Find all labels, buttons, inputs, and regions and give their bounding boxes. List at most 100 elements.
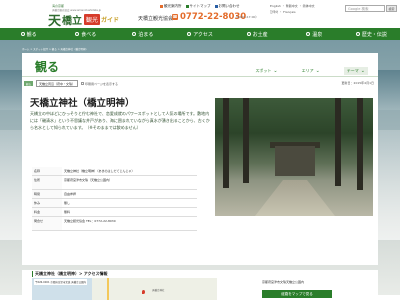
tree-trunk	[243, 98, 249, 183]
info-value: 自由参拝	[64, 192, 77, 196]
content-panel: 観る スポット ⌄ エリア ⌄ テーマ ⌄ 観る 天橋立周辺（府中・文珠） 印刷用ペー…	[22, 53, 378, 265]
area-tag[interactable]: 天橋立周辺（府中・文珠）	[36, 80, 79, 87]
nav-label: 泊まる	[138, 31, 154, 38]
logo-kanji-1: 天	[48, 14, 62, 29]
site-header: 海の京都 天橋立観光協会 www.amanohashidate.jp 天 橋立 …	[0, 0, 400, 29]
bus-icon	[187, 32, 192, 36]
phone-icon: ☎	[172, 14, 178, 20]
table-row: 料金 無料	[32, 208, 197, 217]
update-date: 更新日：2015年4月1日	[341, 81, 374, 85]
map-pin-icon[interactable]	[142, 290, 145, 294]
info-value: 天橋立神社（橋立明神）（あまのはしだてじんじゃ）	[64, 169, 135, 173]
route-address: 京都府宮津市文珠天橋立公園内	[262, 280, 305, 284]
nav-label: アクセス	[193, 31, 213, 38]
top-link-contact[interactable]: お問い合わせ	[214, 4, 240, 9]
info-key: 時間	[32, 190, 62, 198]
info-key: 料金	[32, 208, 62, 216]
spot-title: 天橋立神社（橋立明神）	[30, 98, 135, 109]
spot-description: 天橋立の中ほどにひっそりと佇む神社で、恋愛成就のパワースポットとして人気の場所で…	[30, 111, 210, 130]
nav-label: お土産	[252, 31, 268, 38]
info-table: 名称 天橋立神社（橋立明神）（あまのはしだてじんじゃ） 住所 京都府宮津市文珠（天橋…	[32, 167, 197, 231]
spot-photo	[215, 98, 373, 216]
breadcrumb[interactable]: ホーム > スポット紹介 > 観る > 天橋立神社（橋立明神）	[22, 47, 88, 51]
section-title: 観る	[35, 60, 60, 74]
language-links[interactable]: English ・ 繁體中文 ・ 简体中文	[270, 4, 315, 8]
map-road	[107, 278, 109, 300]
print-icon	[81, 82, 85, 85]
tab-theme[interactable]: テーマ ⌄	[343, 67, 368, 75]
top-link-sitemap[interactable]: サイトマップ	[185, 4, 211, 9]
table-row: 名称 天橋立神社（橋立明神）（あまのはしだてじんじゃ）	[32, 167, 197, 176]
shrine-building	[275, 146, 315, 176]
tab-label: エリア	[301, 68, 314, 73]
top-link-info-center[interactable]: 観光案内所	[160, 4, 182, 9]
nav-item-see[interactable]: 観る	[0, 28, 57, 40]
table-row: 休み 無し	[32, 199, 197, 208]
info-value: 無し	[64, 201, 71, 205]
onsen-icon	[306, 32, 311, 36]
shrine-path	[255, 180, 335, 216]
top-link-label: サイトマップ	[189, 4, 211, 8]
chevron-down-icon: ⌄	[315, 68, 320, 74]
search-input[interactable]: Google 検索	[345, 5, 385, 12]
nav-label: 歴史・伝説	[361, 31, 387, 38]
info-key: 問合せ	[32, 217, 62, 230]
section-header: 観る スポット ⌄ エリア ⌄ テーマ ⌄	[22, 53, 378, 77]
info-value: 京都府宮津市文珠（天橋立公園内）	[64, 178, 113, 182]
tag-row: 観る 天橋立周辺（府中・文珠） 印刷用ページを表示する	[24, 80, 118, 87]
association-name: 天橋立観光協会	[138, 16, 174, 22]
category-tag[interactable]: 観る	[24, 81, 34, 86]
nav-label: 温泉	[312, 31, 323, 38]
language-links-2[interactable]: 한국어 ・ Français	[270, 10, 296, 14]
square-icon	[160, 5, 163, 8]
tab-spot[interactable]: スポット ⌄	[255, 67, 277, 75]
table-row: 問合せ 天橋立観光協会 TEL：0772-22-8030	[32, 217, 197, 231]
top-link-label: お問い合わせ	[218, 4, 240, 8]
nav-item-access[interactable]: アクセス	[171, 28, 228, 40]
section-tabs: スポット ⌄ エリア ⌄ テーマ ⌄	[255, 67, 368, 75]
nav-item-souvenir[interactable]: お土産	[229, 28, 286, 40]
tree-trunk	[223, 98, 229, 188]
access-title: 天橋立神社（橋立明神）> アクセス情報	[32, 271, 108, 277]
route-button[interactable]: 経路をマップで見る	[262, 290, 332, 298]
bed-icon	[132, 32, 137, 36]
table-row: 住所 京都府宮津市文珠（天橋立公園内）	[32, 176, 197, 190]
top-link-label: 観光案内所	[164, 4, 182, 8]
site-logo[interactable]: 天 橋立 観光 ガイド	[48, 10, 119, 29]
print-link[interactable]: 印刷用ページを表示する	[81, 82, 118, 86]
nav-label: 食べる	[81, 31, 97, 38]
nav-item-eat[interactable]: 食べる	[57, 28, 114, 40]
logo-badge: 観光	[84, 14, 101, 25]
tab-area[interactable]: エリア ⌄	[302, 67, 320, 75]
access-section: 天橋立神社（橋立明神）> アクセス情報 〒626-0001 京都府宮津市文珠 天…	[22, 270, 378, 300]
map-label: 天橋立神社	[152, 289, 165, 292]
nav-item-stay[interactable]: 泊まる	[114, 28, 171, 40]
eye-icon	[20, 32, 25, 36]
map-address: 〒626-0001 京都府宮津市文珠 天橋立公園内	[34, 279, 88, 285]
phone-hours: （9:00～17:00）	[234, 15, 259, 19]
chevron-down-icon: ⌄	[273, 68, 278, 74]
table-row: 時間 自由参拝	[32, 190, 197, 199]
search-button[interactable]: 検索	[386, 5, 397, 12]
logo-kanji-2: 橋立	[62, 16, 83, 27]
nav-item-onsen[interactable]: 温泉	[286, 28, 343, 40]
tree-trunk	[335, 98, 341, 186]
info-key: 休み	[32, 199, 62, 207]
main-nav: 観る 食べる 泊まる アクセス お土産 温泉 歴史・伝説	[0, 28, 400, 40]
square-icon	[214, 5, 218, 8]
nav-item-history[interactable]: 歴史・伝説	[343, 28, 400, 40]
info-key: 住所	[32, 176, 62, 189]
tab-label: テーマ	[346, 68, 359, 73]
fork-icon	[75, 32, 80, 36]
access-map[interactable]: 〒626-0001 京都府宮津市文珠 天橋立公園内 天橋立神社	[32, 278, 217, 300]
info-value: 天橋立観光協会 TEL：0772-22-8030	[64, 219, 116, 223]
nav-label: 観る	[26, 31, 37, 38]
info-key: 名称	[32, 167, 62, 175]
scroll-icon	[355, 32, 360, 36]
top-links: 観光案内所 サイトマップ お問い合わせ	[160, 4, 240, 9]
tree-trunk	[357, 98, 363, 190]
print-label: 印刷用ページを表示する	[85, 81, 118, 86]
square-icon	[185, 5, 189, 8]
info-value: 無料	[64, 210, 71, 214]
tab-label: スポット	[255, 68, 272, 73]
